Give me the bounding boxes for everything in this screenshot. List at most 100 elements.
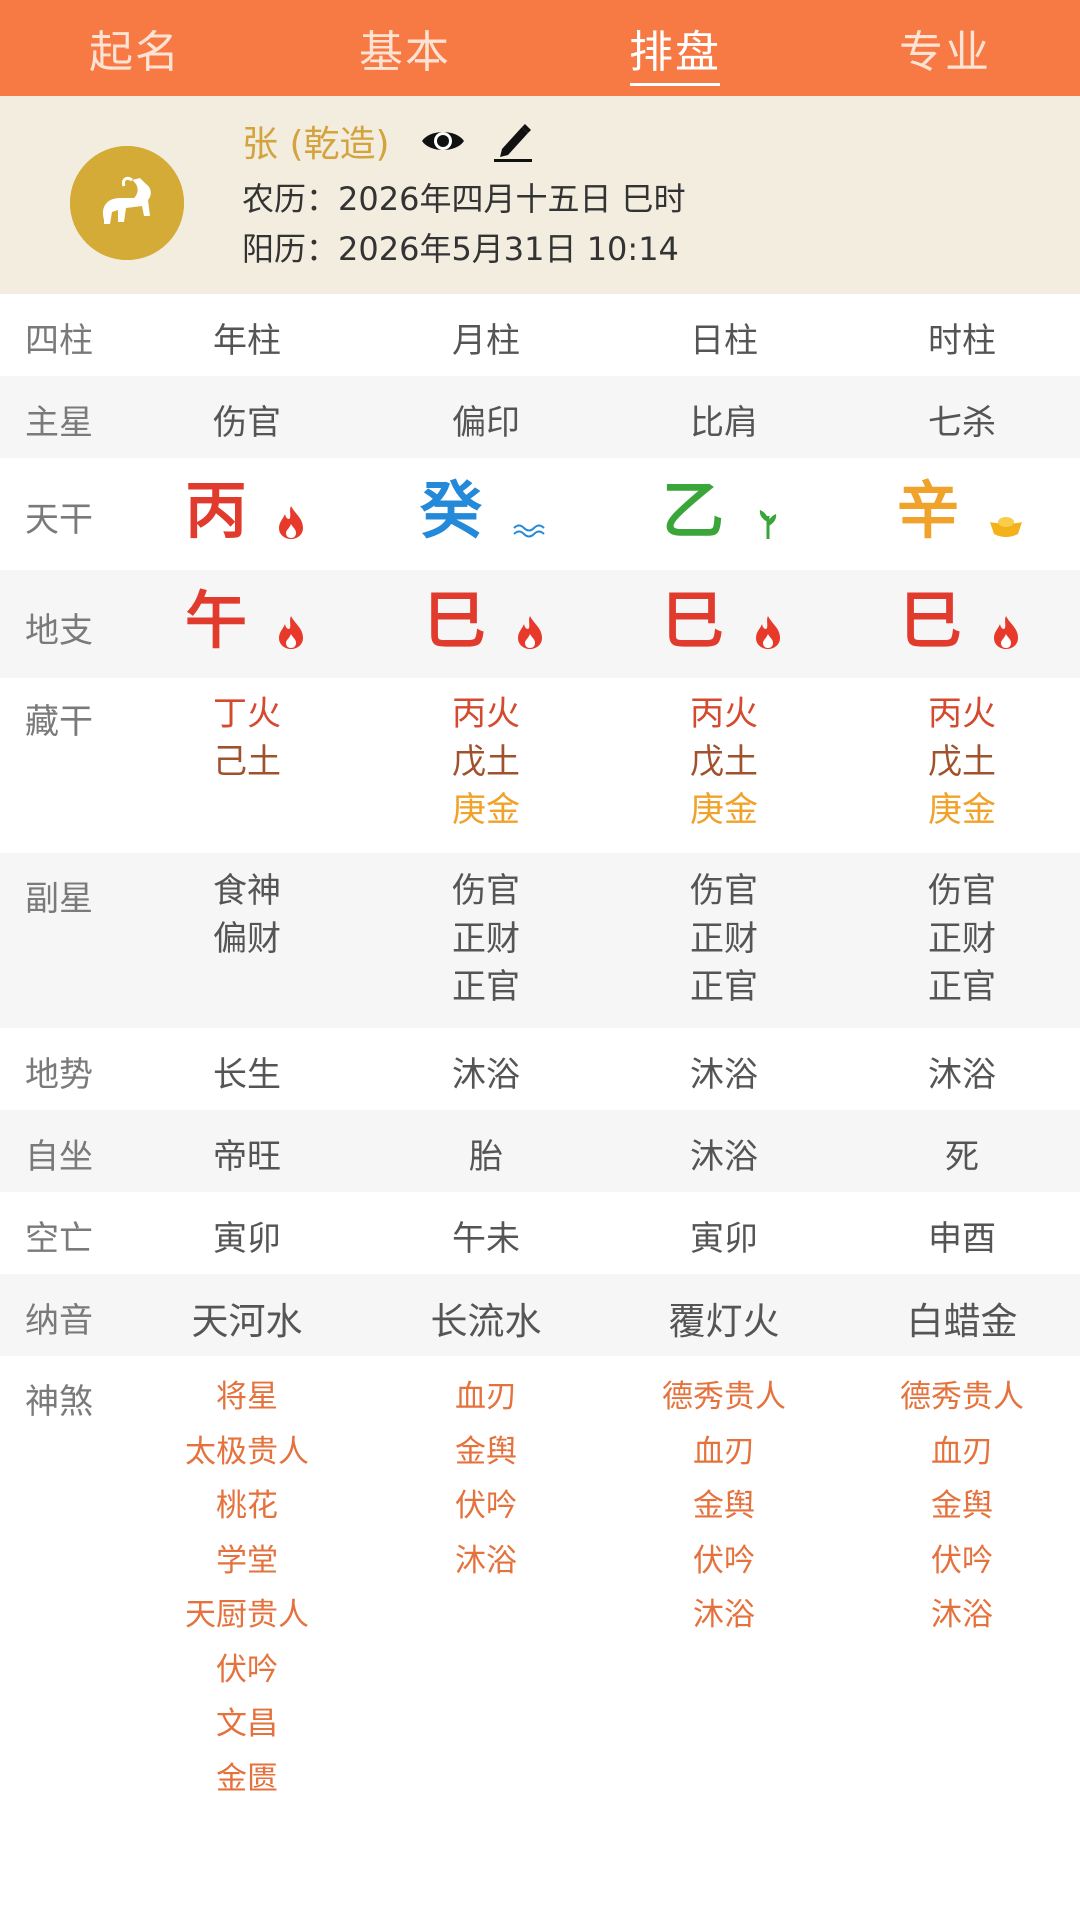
heavenly-stem: 辛 (842, 476, 1080, 546)
branch-char: 巳 (661, 584, 724, 657)
row-label: 藏干 (25, 702, 93, 742)
tab-jiben[interactable]: 基本 (270, 0, 540, 96)
row-zizuo: 自坐 帝旺 胎 沐浴 死 (0, 1110, 1080, 1192)
spirit-item[interactable]: 伏吟 (842, 1534, 1080, 1589)
spirit-item[interactable]: 金匮 (127, 1752, 367, 1807)
spirit-item[interactable]: 血刃 (842, 1425, 1080, 1480)
lunar-date: 农历：2026年四月十五日 巳时 (242, 180, 686, 218)
hidden-stem: 戊土 (928, 742, 996, 782)
spirit-item[interactable]: 金舆 (604, 1479, 844, 1534)
void-value: 寅卯 (690, 1219, 758, 1259)
void-value: 寅卯 (213, 1219, 281, 1259)
sub-stars: 伤官 正财 正官 (366, 867, 606, 1011)
spirit-item[interactable]: 学堂 (127, 1534, 367, 1589)
tab-qiming[interactable]: 起名 (0, 0, 270, 96)
hidden-stems: 丁火 己土 (127, 690, 367, 786)
row-label: 天干 (25, 500, 93, 540)
row-label: 地支 (25, 611, 93, 651)
stem-char: 乙 (661, 474, 724, 547)
row-dishi: 地势 长生 沐浴 沐浴 沐浴 (0, 1028, 1080, 1110)
branch-char: 巳 (899, 584, 962, 657)
terrain-value: 长生 (213, 1055, 281, 1095)
spirit-item[interactable]: 血刃 (604, 1425, 844, 1480)
sub-star: 伤官 (452, 871, 520, 911)
wood-sprout-icon (759, 510, 777, 539)
branch-char: 午 (184, 584, 247, 657)
horse-zodiac-icon (70, 146, 184, 260)
sub-stars: 食神 偏财 (127, 867, 367, 963)
spirit-item[interactable]: 沐浴 (604, 1588, 844, 1643)
terrain-value: 沐浴 (690, 1055, 758, 1095)
earthly-branch: 巳 (366, 586, 606, 656)
spirit-item[interactable]: 血刃 (366, 1370, 606, 1425)
sub-star: 正官 (452, 967, 520, 1007)
solar-date: 阳历：2026年5月31日 10:14 (242, 230, 679, 268)
main-star: 比肩 (690, 403, 758, 443)
nayin-value: 白蜡金 (906, 1300, 1018, 1343)
nayin-value: 覆灯火 (668, 1300, 780, 1343)
sub-stars: 伤官 正财 正官 (604, 867, 844, 1011)
spirit-item[interactable]: 天厨贵人 (127, 1588, 367, 1643)
edit-pencil-icon[interactable] (492, 119, 534, 163)
spirit-item[interactable]: 伏吟 (127, 1643, 367, 1698)
row-label: 空亡 (25, 1219, 93, 1259)
stem-char: 丙 (184, 474, 247, 547)
fire-icon (279, 506, 303, 539)
earthly-branch: 午 (127, 586, 367, 656)
nayin-value: 长流水 (430, 1300, 542, 1343)
row-label: 副星 (25, 879, 93, 919)
spirit-item[interactable]: 金舆 (366, 1425, 606, 1480)
tab-paipan[interactable]: 排盘 (540, 0, 810, 96)
spirit-list: 德秀贵人 血刃 金舆 伏吟 沐浴 (842, 1370, 1080, 1643)
self-seat-value: 胎 (469, 1137, 503, 1177)
sub-star: 正官 (928, 967, 996, 1007)
spirit-item[interactable]: 桃花 (127, 1479, 367, 1534)
spirit-item[interactable]: 文昌 (127, 1697, 367, 1752)
self-seat-value: 帝旺 (213, 1137, 281, 1177)
fire-icon (756, 616, 780, 649)
spirit-item[interactable]: 德秀贵人 (842, 1370, 1080, 1425)
row-zhuxing: 主星 伤官 偏印 比肩 七杀 (0, 376, 1080, 458)
profile-header: 张 (乾造) 农历：2026年四月十五日 巳时 阳历：2026年5月31日 10… (0, 96, 1080, 294)
pillar-header: 月柱 (452, 321, 520, 361)
hidden-stem: 庚金 (928, 790, 996, 830)
earthly-branch: 巳 (842, 586, 1080, 656)
hidden-stem: 丙火 (452, 694, 520, 734)
hidden-stem: 戊土 (452, 742, 520, 782)
spirit-item[interactable]: 沐浴 (366, 1534, 606, 1589)
void-value: 午未 (452, 1219, 520, 1259)
fire-icon (279, 616, 303, 649)
hidden-stem: 丁火 (213, 694, 281, 734)
terrain-value: 沐浴 (452, 1055, 520, 1095)
sub-star: 伤官 (690, 871, 758, 911)
hidden-stems: 丙火 戊土 庚金 (604, 690, 844, 834)
spirit-item[interactable]: 将星 (127, 1370, 367, 1425)
profile-name-row: 张 (乾造) (242, 116, 534, 166)
sub-star: 正财 (690, 919, 758, 959)
eye-icon[interactable] (420, 126, 466, 156)
pillar-header: 时柱 (928, 321, 996, 361)
heavenly-stem: 乙 (604, 476, 844, 546)
spirit-item[interactable]: 太极贵人 (127, 1425, 367, 1480)
hidden-stem: 庚金 (690, 790, 758, 830)
row-shensha: 神煞 将星 太极贵人 桃花 学堂 天厨贵人 伏吟 文昌 金匮 血刃 金舆 伏吟 … (0, 1356, 1080, 1836)
sub-star: 食神 (213, 871, 281, 911)
nayin-value: 天河水 (191, 1300, 303, 1343)
hidden-stem: 庚金 (452, 790, 520, 830)
spirit-item[interactable]: 伏吟 (604, 1534, 844, 1589)
tab-zhuanye[interactable]: 专业 (810, 0, 1080, 96)
hidden-stem: 丙火 (928, 694, 996, 734)
sub-star: 伤官 (928, 871, 996, 911)
spirit-item[interactable]: 金舆 (842, 1479, 1080, 1534)
sub-star: 正官 (690, 967, 758, 1007)
spirit-item[interactable]: 德秀贵人 (604, 1370, 844, 1425)
row-label: 神煞 (25, 1382, 93, 1422)
pillar-header: 年柱 (213, 321, 281, 361)
hidden-stem: 戊土 (690, 742, 758, 782)
spirit-item[interactable]: 沐浴 (842, 1588, 1080, 1643)
stem-char: 癸 (419, 474, 482, 547)
row-label: 四柱 (25, 321, 93, 361)
spirit-item[interactable]: 伏吟 (366, 1479, 606, 1534)
spirit-list: 将星 太极贵人 桃花 学堂 天厨贵人 伏吟 文昌 金匮 (127, 1370, 367, 1806)
hidden-stems: 丙火 戊土 庚金 (366, 690, 606, 834)
